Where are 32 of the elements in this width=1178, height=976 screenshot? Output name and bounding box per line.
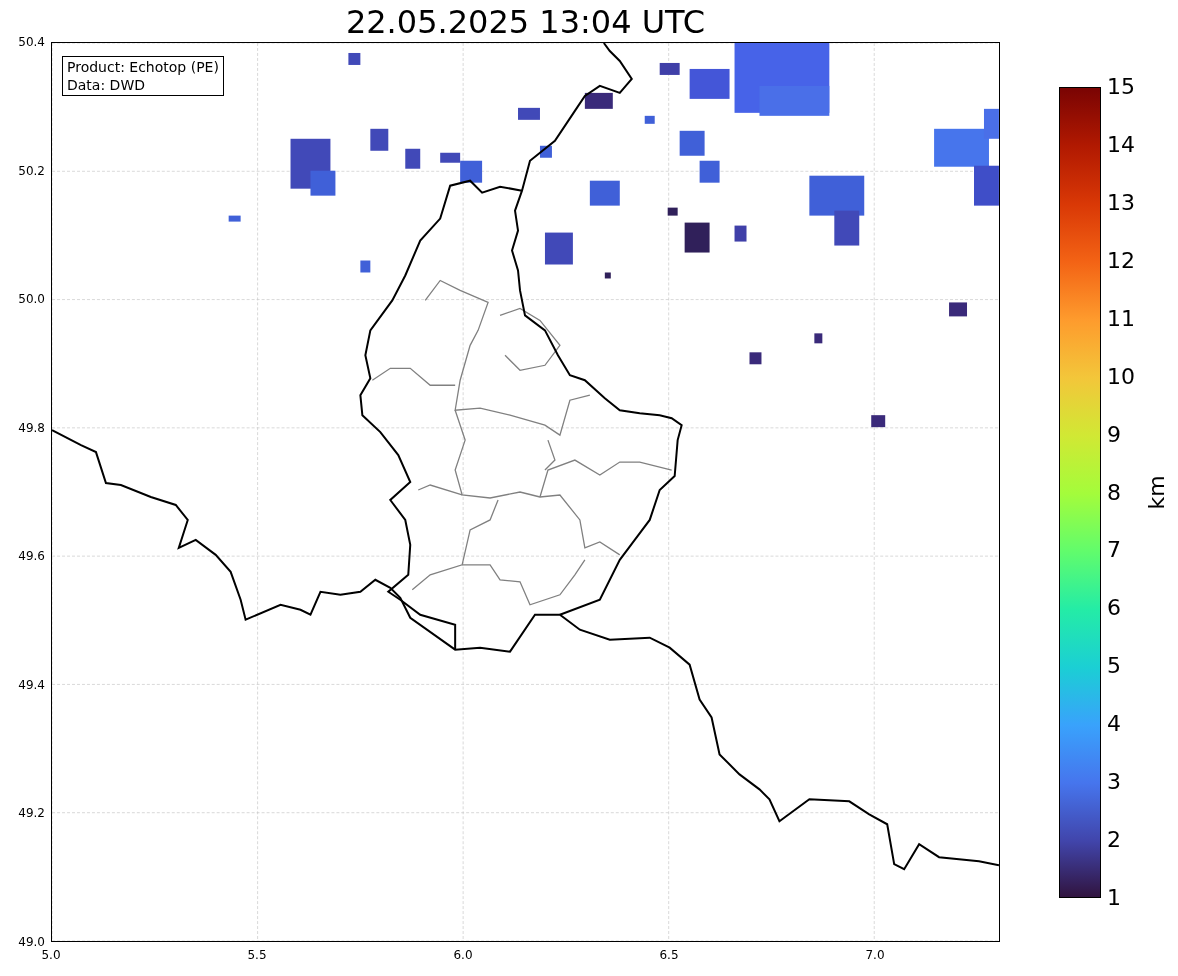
x-tick-label: 6.5 (659, 948, 679, 962)
y-tick-label: 50.0 (18, 292, 45, 307)
colorbar-tick-label: 10 (1107, 364, 1135, 389)
y-tick-label: 49.0 (18, 935, 45, 949)
y-tick-label: 50.4 (18, 35, 45, 49)
colorbar-tick-label: 12 (1107, 248, 1135, 273)
colorbar-tick-label: 4 (1107, 712, 1121, 737)
x-tick-label: 5.0 (41, 948, 61, 962)
y-tick-label: 50.2 (18, 163, 45, 178)
colorbar-tick-label: 11 (1107, 306, 1135, 331)
x-tick-label: 7.0 (865, 948, 885, 962)
legend-text: Data: DWD (67, 76, 146, 94)
colorbar-tick-label: 2 (1107, 828, 1121, 853)
y-tick-label: 49.4 (18, 677, 45, 692)
colorbar-tick-label: 13 (1107, 190, 1135, 215)
chart-title: 22.05.2025 13:04 UTC (345, 2, 706, 42)
colorbar-tick-label: 3 (1107, 770, 1121, 795)
colorbar-unit-label: km (1142, 475, 1170, 510)
y-tick-label: 49.2 (18, 806, 45, 821)
colorbar-tick-label: 1 (1107, 886, 1121, 910)
legend-text: Product: Echotop (PE) (67, 58, 219, 76)
y-tick-label: 49.8 (18, 420, 45, 435)
colorbar-tick-label: 8 (1107, 480, 1121, 505)
colorbar-tick-label: 9 (1107, 422, 1121, 447)
colorbar-tick-label: 15 (1107, 75, 1135, 99)
x-tick-label: 6.0 (453, 948, 473, 962)
colorbar-tick-label: 5 (1107, 654, 1121, 679)
colorbar-tick-label: 6 (1107, 596, 1121, 621)
x-tick-label: 5.5 (247, 948, 267, 962)
colorbar-tick-label: 14 (1107, 132, 1135, 157)
y-tick-label: 49.6 (18, 549, 45, 564)
colorbar-tick-label: 7 (1107, 538, 1121, 563)
